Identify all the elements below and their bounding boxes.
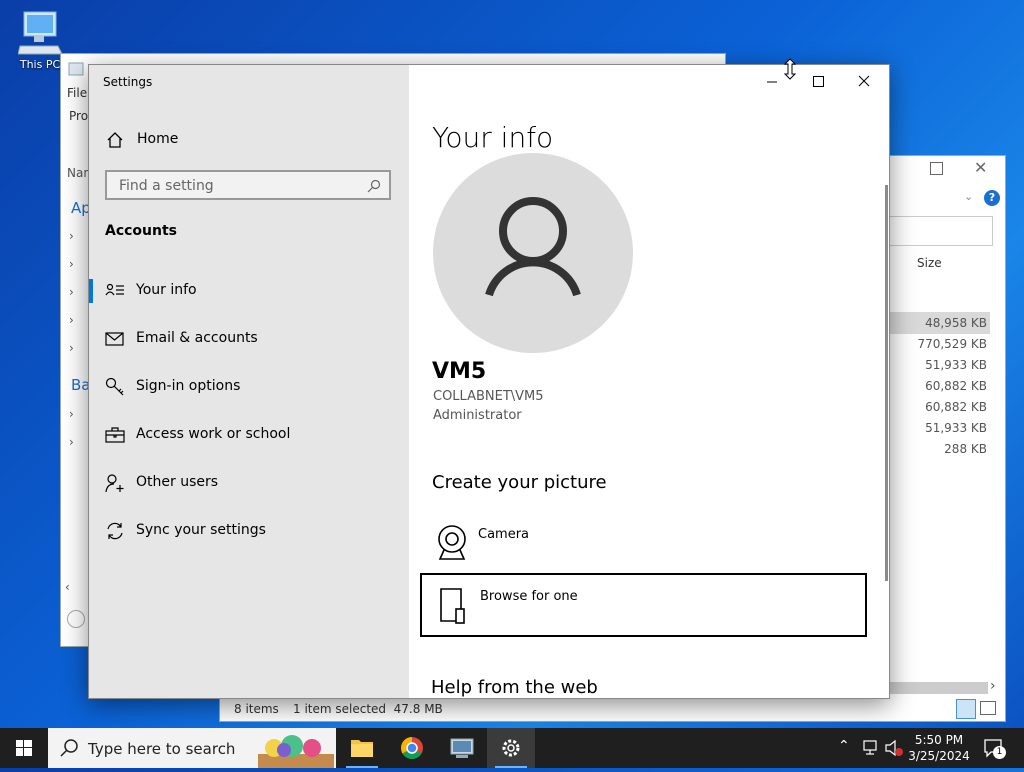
size-header-label: Size <box>917 256 942 270</box>
chevron-right-icon[interactable]: › <box>69 341 74 355</box>
nav-label: Sign-in options <box>136 378 241 394</box>
chevron-right-icon[interactable]: › <box>69 229 74 243</box>
scroll-left-icon[interactable]: ‹ <box>65 580 70 594</box>
close-button[interactable] <box>841 65 887 99</box>
find-setting-input[interactable] <box>117 175 361 197</box>
nav-other-users[interactable]: Other users <box>89 463 409 503</box>
file-explorer-taskbar-button[interactable] <box>338 728 386 768</box>
nav-label: Email & accounts <box>136 330 258 346</box>
search-icon <box>367 179 381 193</box>
create-picture-heading: Create your picture <box>432 472 607 493</box>
camera-label: Camera <box>478 527 530 542</box>
scroll-right-icon[interactable]: › <box>990 678 996 694</box>
chevron-right-icon[interactable]: › <box>69 285 74 299</box>
camera-icon <box>438 525 466 560</box>
settings-nav-pane: Settings Home Accounts Your info <box>89 65 409 698</box>
network-computer-icon <box>450 738 474 758</box>
resize-cursor-icon <box>783 58 797 80</box>
person-add-icon <box>105 474 124 493</box>
gear-icon <box>502 739 520 757</box>
search-icon <box>60 739 78 757</box>
page-title: Your info <box>432 121 554 154</box>
clock-time: 5:50 PM <box>914 733 964 747</box>
settings-content: Your info VM5 COLLABNET\VM5 Administrato… <box>409 65 889 698</box>
help-heading: Help from the web <box>431 677 598 698</box>
explorer-search-box[interactable] <box>888 216 993 246</box>
taskbar-search-placeholder: Type here to search <box>88 740 236 758</box>
computer-icon <box>18 11 62 55</box>
horizontal-scrollbar[interactable] <box>888 682 988 694</box>
clock-date: 3/25/2024 <box>908 749 970 763</box>
search-highlight-image <box>258 735 334 768</box>
explorer-nav-chevrons: › › › › › › › ‹ <box>61 114 89 634</box>
remote-desktop-taskbar-button[interactable] <box>438 728 486 768</box>
chevron-right-icon[interactable]: › <box>69 313 74 327</box>
windows-logo-icon <box>16 740 32 756</box>
home-icon <box>107 132 123 148</box>
nav-label: Your info <box>136 282 197 298</box>
close-icon[interactable]: ✕ <box>974 158 987 177</box>
status-item-count: 8 items <box>234 702 279 716</box>
file-icon <box>440 588 465 624</box>
size-column-header[interactable]: Size <box>917 256 1007 270</box>
sync-icon <box>107 522 123 540</box>
chevron-up-icon[interactable]: ⌃ <box>838 738 850 754</box>
nav-access-work-school[interactable]: Access work or school <box>89 415 409 455</box>
window-controls <box>739 65 889 99</box>
large-icons-view-icon[interactable] <box>980 701 996 715</box>
settings-taskbar-button[interactable] <box>487 728 535 768</box>
camera-option[interactable]: Camera <box>420 513 867 577</box>
user-role: Administrator <box>433 408 522 423</box>
status-selection: 1 item selected 47.8 MB <box>293 702 443 716</box>
nav-label: Other users <box>136 474 219 490</box>
system-clock[interactable]: 5:50 PM 3/25/2024 <box>900 732 978 764</box>
nav-sign-in-options[interactable]: Sign-in options <box>89 367 409 407</box>
notification-badge: 1 <box>993 746 1006 759</box>
chrome-taskbar-button[interactable] <box>388 728 436 768</box>
chevron-right-icon[interactable]: › <box>69 257 74 271</box>
folder-icon <box>351 740 373 757</box>
browse-option[interactable]: Browse for one <box>420 573 867 637</box>
nav-sync-settings[interactable]: Sync your settings <box>89 511 409 551</box>
settings-window[interactable]: Settings Home Accounts Your info <box>88 64 890 699</box>
maximize-icon <box>813 76 824 87</box>
user-name: VM5 <box>432 359 487 384</box>
action-center-button[interactable]: 1 <box>982 736 1006 760</box>
nav-email-accounts[interactable]: Email & accounts <box>89 319 409 359</box>
home-label: Home <box>137 131 179 147</box>
close-icon <box>858 75 870 87</box>
chevron-right-icon[interactable]: › <box>69 407 74 421</box>
network-icon[interactable] <box>862 739 882 757</box>
taskbar: Type here to search ⌃ 5:50 PM 3/25/2024 … <box>0 728 1024 768</box>
taskbar-search[interactable]: Type here to search <box>48 728 336 768</box>
chevron-down-icon[interactable]: ⌄ <box>964 190 973 203</box>
help-icon[interactable]: ? <box>984 190 1000 206</box>
user-domain: COLLABNET\VM5 <box>433 389 544 404</box>
nav-label: Sync your settings <box>136 522 266 538</box>
explorer-menu-file[interactable]: File <box>67 86 87 100</box>
browse-label: Browse for one <box>480 589 578 604</box>
accounts-section-title: Accounts <box>105 223 178 239</box>
maximize-icon[interactable] <box>930 162 943 175</box>
person-card-icon <box>105 283 124 296</box>
details-view-icon[interactable] <box>956 699 976 719</box>
nav-label: Access work or school <box>136 426 291 442</box>
home-nav-item[interactable]: Home <box>105 129 395 157</box>
find-setting-search[interactable] <box>105 170 391 200</box>
user-silhouette-icon <box>485 197 581 297</box>
chrome-icon <box>401 737 423 759</box>
explorer-icon <box>68 62 84 76</box>
start-button[interactable] <box>0 728 48 768</box>
up-arrow-icon[interactable] <box>67 610 85 628</box>
chevron-right-icon[interactable]: › <box>69 435 74 449</box>
maximize-button[interactable] <box>795 65 841 99</box>
key-icon <box>105 377 124 396</box>
settings-window-title: Settings <box>103 75 153 89</box>
briefcase-icon <box>105 427 125 443</box>
nav-your-info[interactable]: Your info <box>89 271 409 311</box>
settings-scrollbar[interactable] <box>885 185 888 581</box>
avatar <box>433 153 633 353</box>
mail-icon <box>105 332 124 346</box>
